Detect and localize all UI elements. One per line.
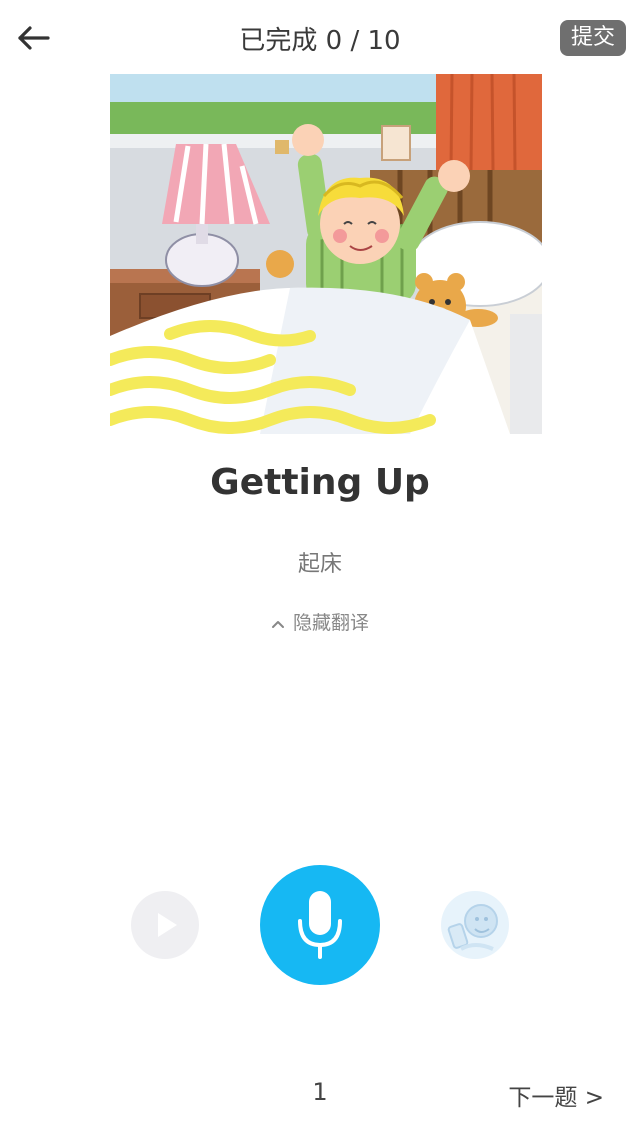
next-question-button[interactable]: 下一题 > <box>508 1078 604 1112</box>
submit-button[interactable]: 提交 <box>560 20 626 56</box>
play-icon <box>158 913 177 937</box>
hide-translation-label: 隐藏翻译 <box>292 612 369 634</box>
play-audio-button[interactable] <box>131 891 199 959</box>
microphone-icon <box>298 891 342 959</box>
top-bar: 已完成 0 / 10 提交 <box>0 0 640 76</box>
record-button[interactable] <box>260 865 380 985</box>
progress-title: 已完成 0 / 10 <box>239 26 401 56</box>
chevron-up-icon <box>271 614 285 633</box>
story-illustration <box>110 74 542 434</box>
hide-translation-toggle[interactable]: 隐藏翻译 <box>0 608 640 635</box>
my-recording-button[interactable] <box>441 891 509 959</box>
word-english: Getting Up <box>210 462 430 503</box>
my-recording-icon <box>447 904 498 951</box>
word-translation: 起床 <box>297 552 342 577</box>
